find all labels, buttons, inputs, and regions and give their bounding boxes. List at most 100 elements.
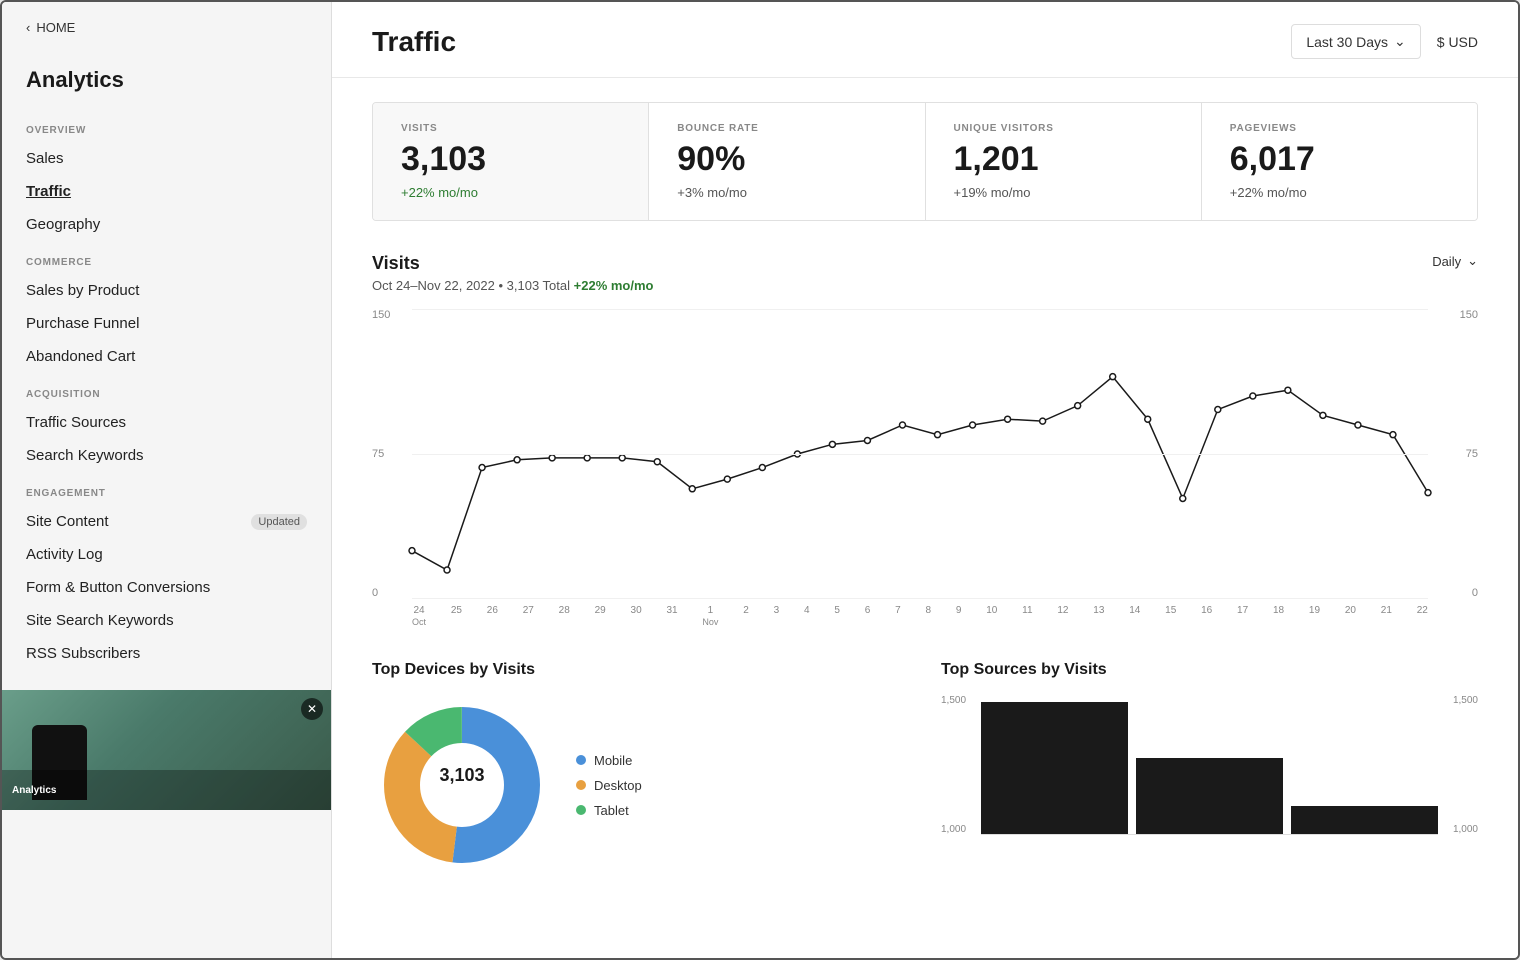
chart-title-group: Visits Oct 24–Nov 22, 2022 • 3,103 Total… xyxy=(372,253,653,293)
desktop-label: Desktop xyxy=(594,778,642,793)
tablet-dot xyxy=(576,805,586,815)
sidebar-item-form-button[interactable]: Form & Button Conversions xyxy=(2,571,331,604)
sidebar-item-sales-by-product[interactable]: Sales by Product xyxy=(2,274,331,307)
bar-y-right-max: 1,500 xyxy=(1453,695,1478,706)
sidebar-item-label: Search Keywords xyxy=(26,447,144,464)
mobile-dot xyxy=(576,755,586,765)
bar-y-right-min: 1,000 xyxy=(1453,824,1478,835)
legend-mobile: Mobile xyxy=(576,753,642,768)
y-label-150: 150 xyxy=(372,309,390,321)
x-label: 11 xyxy=(1022,605,1032,629)
mobile-label: Mobile xyxy=(594,753,632,768)
chart-total: 3,103 Total xyxy=(507,278,570,293)
section-label-engagement: ENGAGEMENT xyxy=(2,472,331,505)
sidebar-promo-image: Analytics ✕ xyxy=(2,690,331,810)
stat-card-visits: VISITS 3,103 +22% mo/mo xyxy=(373,103,649,220)
chart-plot-area xyxy=(412,309,1428,599)
x-label: 15 xyxy=(1165,605,1176,629)
x-label: 17 xyxy=(1237,605,1248,629)
x-label: 26 xyxy=(487,605,498,629)
stat-label-visits: VISITS xyxy=(401,123,620,134)
date-range-label: Last 30 Days xyxy=(1306,34,1388,50)
x-axis-labels: 24Oct252627282930311Nov23456789101112131… xyxy=(412,605,1428,629)
home-nav[interactable]: ‹ HOME xyxy=(2,2,331,47)
chart-granularity[interactable]: Daily ⌄ xyxy=(1432,253,1478,269)
main-content-area: Traffic Last 30 Days ⌄ $ USD VISITS 3,10… xyxy=(332,2,1518,958)
tablet-label: Tablet xyxy=(594,803,629,818)
donut-legend: Mobile Desktop Tablet xyxy=(576,753,642,818)
sidebar-item-rss[interactable]: RSS Subscribers xyxy=(2,637,331,670)
y-right-label-75: 75 xyxy=(1460,448,1478,460)
y-right-label-0: 0 xyxy=(1460,587,1478,599)
promo-label: Analytics xyxy=(12,785,56,796)
section-label-acquisition: ACQUISITION xyxy=(2,373,331,406)
top-sources-title: Top Sources by Visits xyxy=(941,661,1478,679)
y-axis-right: 150 75 0 xyxy=(1460,309,1478,599)
sidebar: ‹ HOME Analytics OVERVIEW Sales Traffic … xyxy=(2,2,332,958)
sidebar-item-site-content[interactable]: Site Content Updated xyxy=(2,505,331,538)
section-label-overview: OVERVIEW xyxy=(2,109,331,142)
x-label: 14 xyxy=(1129,605,1140,629)
bar xyxy=(1291,806,1438,834)
sidebar-item-label: Site Content xyxy=(26,513,109,530)
sidebar-item-label: Form & Button Conversions xyxy=(26,579,210,596)
sidebar-item-search-keywords[interactable]: Search Keywords xyxy=(2,439,331,472)
x-label: 19 xyxy=(1309,605,1320,629)
sidebar-item-label: Traffic xyxy=(26,183,71,200)
chevron-down-icon: ⌄ xyxy=(1394,33,1406,50)
grid-line-bottom xyxy=(412,598,1428,599)
bar-y-max: 1,500 xyxy=(941,695,966,706)
legend-tablet: Tablet xyxy=(576,803,642,818)
sidebar-item-purchase-funnel[interactable]: Purchase Funnel xyxy=(2,307,331,340)
x-label: 22 xyxy=(1417,605,1428,629)
chart-title: Visits xyxy=(372,253,653,274)
sidebar-item-traffic-sources[interactable]: Traffic Sources xyxy=(2,406,331,439)
bar-y-left: 1,500 1,000 xyxy=(941,695,966,835)
x-label: 7 xyxy=(895,605,901,629)
stat-value-bounce: 90% xyxy=(677,140,896,179)
granularity-label: Daily xyxy=(1432,254,1461,269)
y-label-75: 75 xyxy=(372,448,390,460)
sidebar-item-traffic[interactable]: Traffic xyxy=(2,175,331,208)
grid-line-mid xyxy=(412,454,1428,455)
chevron-down-icon: ⌄ xyxy=(1467,253,1478,269)
y-axis-left: 150 75 0 xyxy=(372,309,390,599)
x-label: 13 xyxy=(1093,605,1104,629)
x-label: 4 xyxy=(804,605,810,629)
x-label: 8 xyxy=(925,605,931,629)
stat-label-bounce: BOUNCE RATE xyxy=(677,123,896,134)
stat-card-unique: UNIQUE VISITORS 1,201 +19% mo/mo xyxy=(926,103,1202,220)
x-label: 12 xyxy=(1057,605,1068,629)
x-label: 31 xyxy=(666,605,677,629)
sidebar-item-abandoned-cart[interactable]: Abandoned Cart xyxy=(2,340,331,373)
x-label: 5 xyxy=(834,605,840,629)
sidebar-title: Analytics xyxy=(2,47,331,109)
chart-change: +22% mo/mo xyxy=(574,278,654,293)
updated-badge: Updated xyxy=(251,514,307,530)
top-sources-chart: Top Sources by Visits 1,500 1,000 1,500 … xyxy=(941,661,1478,875)
bar-y-min: 1,000 xyxy=(941,824,966,835)
stat-card-bounce: BOUNCE RATE 90% +3% mo/mo xyxy=(649,103,925,220)
chart-subtitle: Oct 24–Nov 22, 2022 • 3,103 Total +22% m… xyxy=(372,278,653,293)
top-devices-title: Top Devices by Visits xyxy=(372,661,909,679)
date-range-picker[interactable]: Last 30 Days ⌄ xyxy=(1291,24,1420,59)
visits-chart-section: Visits Oct 24–Nov 22, 2022 • 3,103 Total… xyxy=(372,253,1478,629)
chart-date-range: Oct 24–Nov 22, 2022 xyxy=(372,278,495,293)
stat-label-pageviews: PAGEVIEWS xyxy=(1230,123,1449,134)
stat-value-visits: 3,103 xyxy=(401,140,620,179)
line-chart: 150 75 0 150 75 xyxy=(372,309,1478,629)
stat-change-visits: +22% mo/mo xyxy=(401,185,620,200)
bottom-charts: Top Devices by Visits 3,103 xyxy=(372,661,1478,875)
sidebar-item-activity-log[interactable]: Activity Log xyxy=(2,538,331,571)
sidebar-item-label: Abandoned Cart xyxy=(26,348,135,365)
donut-container: 3,103 Mobile Desktop xyxy=(372,695,909,875)
sidebar-item-sales[interactable]: Sales xyxy=(2,142,331,175)
sidebar-item-geography[interactable]: Geography xyxy=(2,208,331,241)
stat-change-unique: +19% mo/mo xyxy=(954,185,1173,200)
close-promo-button[interactable]: ✕ xyxy=(301,698,323,720)
grid-line-top xyxy=(412,309,1428,310)
bar xyxy=(981,702,1128,834)
bar-chart: 1,500 1,000 1,500 1,000 xyxy=(941,695,1478,855)
currency-display: $ USD xyxy=(1437,34,1478,50)
sidebar-item-site-search[interactable]: Site Search Keywords xyxy=(2,604,331,637)
